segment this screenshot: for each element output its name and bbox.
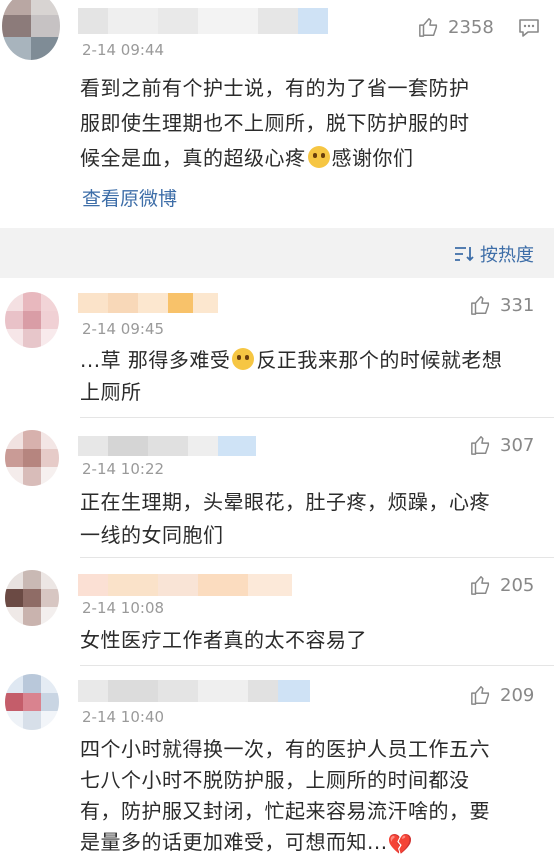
- username-blurred[interactable]: [78, 574, 292, 596]
- username-blurred[interactable]: [78, 293, 218, 313]
- like-count: 307: [500, 434, 535, 456]
- comment-time: 2-14 09:45: [82, 320, 165, 338]
- sort-lines-icon: [455, 247, 474, 262]
- like-count: 331: [500, 294, 535, 316]
- comment-text: 女性医疗工作者真的太不容易了: [80, 628, 367, 652]
- comment-text: 正在生理期，头晕眼花，肚子疼，烦躁，心疼 一线的女同胞们: [80, 490, 490, 547]
- comment-text: 看到之前有个护士说，有的为了省一套防护 服即使生理期也不上厕所，脱下防护服的时 …: [80, 76, 470, 170]
- like-button[interactable]: 2358: [418, 16, 494, 38]
- view-original-post-link[interactable]: 查看原微博: [82, 184, 177, 211]
- list-item: 2-14 10:40 209 四个小时就得换一次，有的医护人员工作五六 七八个小…: [0, 666, 554, 865]
- username-blurred[interactable]: [78, 680, 310, 702]
- comment-icon[interactable]: [517, 16, 541, 40]
- username-blurred[interactable]: [78, 436, 256, 456]
- broken-heart-icon: 💔: [387, 832, 413, 856]
- username-blurred[interactable]: [78, 8, 328, 34]
- comment-time: 2-14 10:22: [82, 460, 165, 478]
- like-button[interactable]: 331: [470, 294, 534, 316]
- top-comment-card: 2-14 09:44 2358 看到之前有个护士说，有的为了省一套防护 服即使生…: [0, 0, 554, 228]
- list-item: 2-14 10:22 307 正在生理期，头晕眼花，肚子疼，烦躁，心疼 一线的女…: [0, 418, 554, 558]
- crying-emoji-icon: [232, 348, 255, 370]
- avatar[interactable]: [2, 0, 60, 60]
- avatar[interactable]: [5, 570, 59, 626]
- comment-list: 2-14 09:45 331 ...草 那得多难受 反正我来那个的时候就老想 上厕…: [0, 278, 554, 865]
- thumbs-up-icon: [471, 296, 490, 315]
- comment-text: 四个小时就得换一次，有的医护人员工作五六 七八个小时不脱防护服，上厕所的时间都没…: [80, 734, 530, 860]
- avatar[interactable]: [5, 430, 59, 486]
- thumbs-up-icon: [471, 436, 490, 455]
- like-button[interactable]: 209: [470, 684, 534, 706]
- thumbs-up-icon: [471, 686, 490, 705]
- like-button[interactable]: 307: [470, 434, 534, 456]
- like-button[interactable]: 205: [470, 574, 534, 596]
- comment-text: ...草 那得多难受 反正我来那个的时候就老想 上厕所: [80, 348, 503, 404]
- sort-by-hot-button[interactable]: 按热度: [454, 241, 534, 267]
- thumbs-up-icon: [471, 576, 490, 595]
- like-count: 209: [500, 684, 535, 706]
- like-count: 2358: [448, 16, 494, 38]
- avatar[interactable]: [5, 674, 59, 730]
- comment-time: 2-14 10:08: [82, 599, 165, 617]
- like-count: 205: [500, 574, 535, 596]
- sort-label: 按热度: [480, 245, 534, 266]
- comment-time: 2-14 09:44: [82, 41, 165, 59]
- thumbs-up-icon: [419, 18, 438, 37]
- avatar[interactable]: [5, 292, 59, 348]
- crying-emoji-icon: [307, 146, 330, 168]
- comment-time: 2-14 10:40: [82, 708, 165, 726]
- list-item: 2-14 10:08 205 女性医疗工作者真的太不容易了: [0, 558, 554, 666]
- list-item: 2-14 09:45 331 ...草 那得多难受 反正我来那个的时候就老想 上厕…: [0, 278, 554, 418]
